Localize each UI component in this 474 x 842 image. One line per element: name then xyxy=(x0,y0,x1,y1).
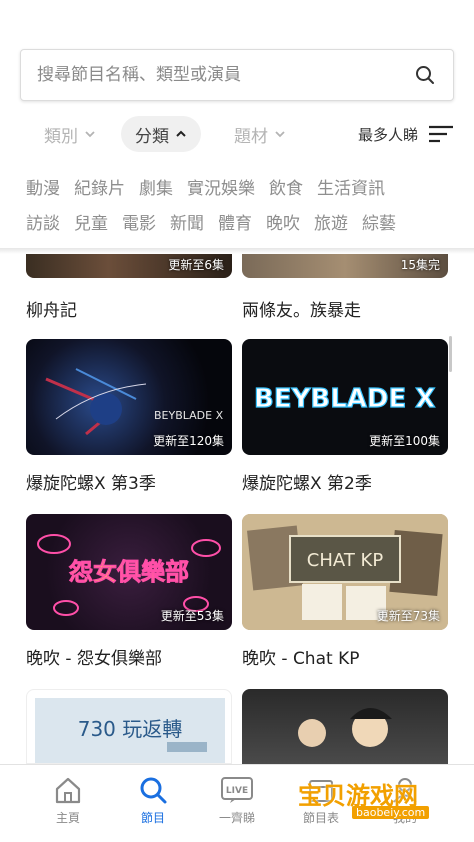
nav-item-home[interactable]: 主頁 xyxy=(33,775,103,826)
nav-label: 一齊睇 xyxy=(218,811,255,825)
search-bar[interactable] xyxy=(20,49,454,101)
episode-badge: 更新至120集 xyxy=(153,434,224,448)
nav-label: 節目 xyxy=(140,811,165,825)
tag-item[interactable]: 電影 xyxy=(122,209,156,234)
search-icon[interactable] xyxy=(413,63,437,87)
program-thumbnail: 730 玩返轉 xyxy=(26,689,232,764)
program-thumbnail xyxy=(242,689,448,764)
program-title: 晚吹 - Chat KP xyxy=(242,649,360,669)
program-title: 兩條友。族暴走 xyxy=(242,301,361,321)
watermark: 宝贝游戏网 baobeiy.com xyxy=(292,770,452,834)
program-title: 晚吹 - 怨女俱樂部 xyxy=(26,649,162,669)
playback-art: 730 玩返轉 xyxy=(35,698,225,763)
classification-dropdown[interactable]: 分類 xyxy=(121,116,201,152)
search-icon xyxy=(140,777,167,804)
sort-button[interactable]: 最多人睇 xyxy=(358,116,454,152)
art-text: CHAT KP xyxy=(307,550,384,571)
category-dropdown[interactable]: 類別 xyxy=(44,116,96,152)
illustration-art xyxy=(298,708,392,747)
live-icon: LIVE xyxy=(221,777,253,803)
program-thumbnail: BEYBLADE X 更新至120集 xyxy=(26,339,232,455)
sort-label: 最多人睇 xyxy=(357,125,418,144)
program-thumbnail: CHAT KP 更新至73集 xyxy=(242,514,448,630)
episode-badge: 更新至100集 xyxy=(369,434,440,448)
nav-label: 主頁 xyxy=(55,811,80,825)
topic-label: 題材 xyxy=(234,126,268,147)
program-card[interactable]: 怨女俱樂部 更新至53集 晚吹 - 怨女俱樂部 xyxy=(26,514,232,669)
program-card[interactable]: BEYBLADE X 更新至120集 爆旋陀螺X 第3季 xyxy=(26,339,232,494)
program-thumbnail: 15集完 xyxy=(242,254,448,278)
tag-item[interactable]: 綜藝 xyxy=(362,209,396,234)
program-card[interactable]: 730 玩返轉 xyxy=(26,689,232,764)
tag-item[interactable]: 動漫 xyxy=(26,174,60,199)
tag-item[interactable]: 兒童 xyxy=(74,209,108,234)
tag-item[interactable]: 生活資訊 xyxy=(317,174,385,199)
art-text: 730 玩返轉 xyxy=(78,717,183,741)
home-icon xyxy=(55,777,81,804)
art-text: BEYBLADE X xyxy=(254,384,435,414)
episode-badge: 更新至53集 xyxy=(160,609,224,623)
chevron-up-icon xyxy=(176,130,186,137)
classification-label: 分類 xyxy=(135,126,169,147)
episode-badge: 更新至73集 xyxy=(376,609,440,623)
episode-badge: 15集完 xyxy=(400,258,440,272)
search-input[interactable] xyxy=(37,65,413,85)
scrollbar[interactable] xyxy=(449,336,452,372)
divider xyxy=(0,248,474,254)
tag-item[interactable]: 晚吹 xyxy=(266,209,300,234)
program-card[interactable]: BEYBLADE X 更新至100集 爆旋陀螺X 第2季 xyxy=(242,339,448,494)
live-text: LIVE xyxy=(226,786,248,796)
episode-badge: 更新至6集 xyxy=(168,258,224,272)
chevron-down-icon xyxy=(85,131,95,138)
tag-item[interactable]: 訪談 xyxy=(26,209,60,234)
nav-item-programs[interactable]: 節目 xyxy=(118,775,188,826)
program-title: 柳舟記 xyxy=(26,301,77,321)
watermark-url: baobeiy.com xyxy=(352,806,430,819)
program-card[interactable]: CHAT KP 更新至73集 晚吹 - Chat KP xyxy=(242,514,448,669)
chevron-down-icon xyxy=(275,131,285,138)
program-thumbnail: 怨女俱樂部 更新至53集 xyxy=(26,514,232,630)
tag-item[interactable]: 飲食 xyxy=(269,174,303,199)
category-label: 類別 xyxy=(44,126,78,147)
art-text: 怨女俱樂部 xyxy=(69,558,189,586)
tag-row-1: 動漫 紀錄片 劇集 實況娛樂 飲食 生活資訊 xyxy=(26,174,456,199)
tag-item[interactable]: 紀錄片 xyxy=(74,174,125,199)
sort-icon xyxy=(429,125,453,143)
program-title: 爆旋陀螺X 第2季 xyxy=(242,474,372,494)
tag-row-2: 訪談 兒童 電影 新聞 體育 晚吹 旅遊 綜藝 xyxy=(26,209,456,234)
program-card[interactable]: 15集完 兩條友。族暴走 xyxy=(242,254,448,321)
tag-item[interactable]: 實況娛樂 xyxy=(187,174,255,199)
art-text: BEYBLADE X xyxy=(154,409,224,422)
program-card[interactable]: 更新至6集 柳舟記 xyxy=(26,254,232,321)
tag-item[interactable]: 新聞 xyxy=(170,209,204,234)
program-title: 爆旋陀螺X 第3季 xyxy=(26,474,156,494)
filter-bar: 類別 分類 題材 最多人睇 xyxy=(20,116,454,152)
nav-item-watch-together[interactable]: LIVE 一齊睇 xyxy=(202,775,272,826)
program-card[interactable] xyxy=(242,689,448,764)
topic-dropdown[interactable]: 題材 xyxy=(234,116,286,152)
tag-item[interactable]: 體育 xyxy=(218,209,252,234)
tag-item[interactable]: 旅遊 xyxy=(314,209,348,234)
program-thumbnail: 更新至6集 xyxy=(26,254,232,278)
tag-item[interactable]: 劇集 xyxy=(139,174,173,199)
program-thumbnail: BEYBLADE X 更新至100集 xyxy=(242,339,448,455)
